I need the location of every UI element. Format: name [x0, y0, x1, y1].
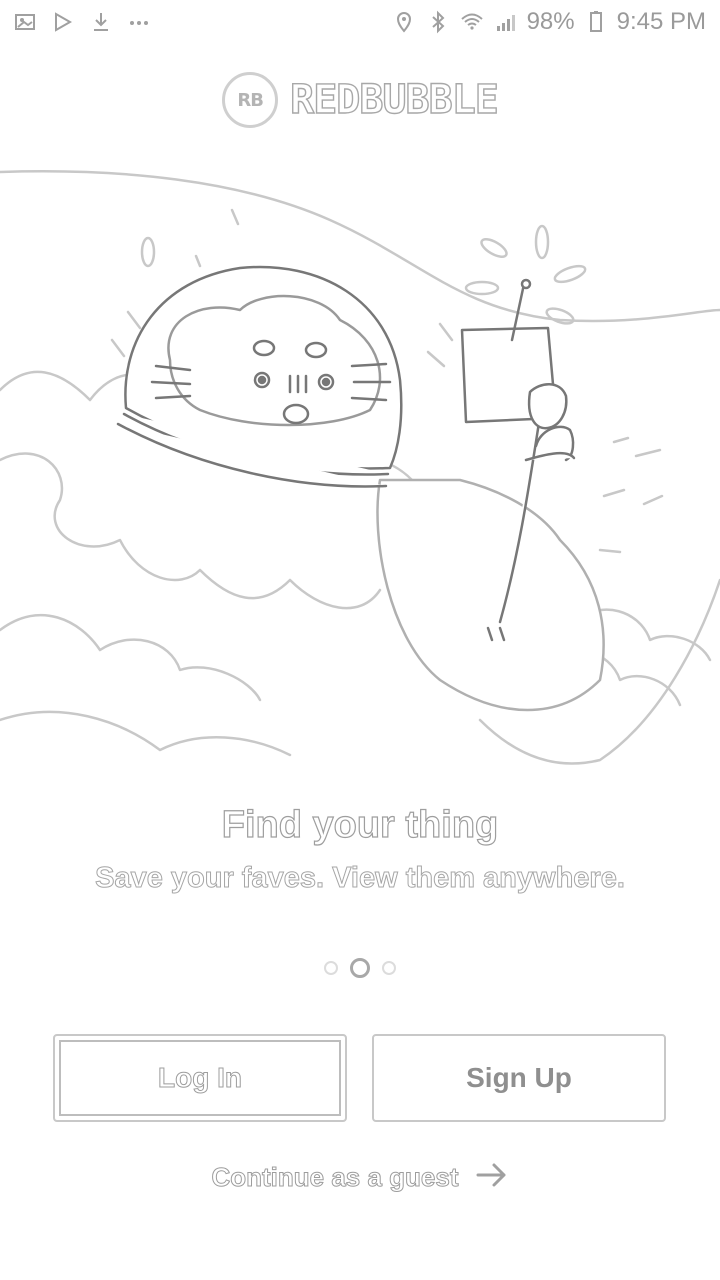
clock: 9:45 PM [616, 8, 706, 35]
onboarding-illustration [0, 170, 720, 765]
signup-button[interactable]: Sign Up [372, 1034, 666, 1122]
wifi-icon [459, 9, 485, 35]
bluetooth-icon [425, 9, 451, 35]
continue-as-guest-label: Continue as a guest [211, 1162, 459, 1193]
status-right: 98% 9:45 PM [391, 8, 706, 36]
location-icon [391, 9, 417, 35]
page-dot-3[interactable] [382, 961, 396, 975]
image-icon [12, 9, 38, 35]
status-bar: 98% 9:45 PM [0, 0, 720, 44]
page-dot-2-active[interactable] [350, 958, 370, 978]
status-left-icons [12, 9, 152, 35]
app-header: RB REDBUBBLE [0, 62, 720, 138]
onboarding-subtitle: Save your faves. View them anywhere. [95, 862, 626, 895]
battery-icon [583, 9, 609, 35]
battery-percentage: 98% [526, 8, 575, 35]
onboarding-title: Find your thing [221, 803, 499, 846]
continue-as-guest-link[interactable]: Continue as a guest [0, 1160, 720, 1195]
play-store-icon [50, 9, 76, 35]
redbubble-wordmark: REDBUBBLE [289, 76, 499, 123]
redbubble-logo-icon: RB [222, 72, 279, 128]
signal-icon [493, 9, 519, 35]
page-dot-1[interactable] [324, 961, 338, 975]
login-button[interactable]: Log In [53, 1034, 347, 1122]
more-dots-icon [126, 9, 152, 35]
download-icon [88, 9, 114, 35]
arrow-right-icon [475, 1160, 509, 1195]
page-indicator [0, 958, 720, 978]
